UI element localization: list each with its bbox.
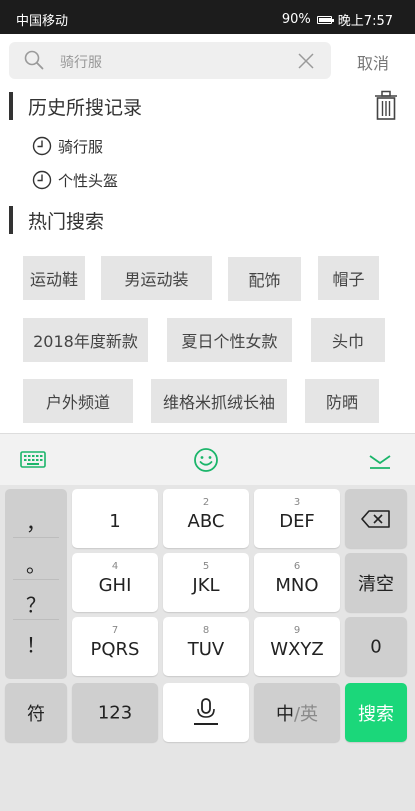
key-label: TUV: [187, 639, 225, 660]
trash-icon[interactable]: [373, 90, 399, 121]
key-pqrs[interactable]: 7 PQRS: [72, 617, 158, 676]
punctuation-key[interactable]: ？: [5, 589, 67, 618]
battery-fill: [318, 17, 331, 22]
keyboard-icon[interactable]: [19, 446, 47, 474]
history-item[interactable]: 个性头盔: [32, 169, 118, 191]
key-label: GHI: [98, 575, 132, 596]
history-section-title: 历史所搜记录: [9, 92, 142, 120]
clock-icon: [32, 136, 52, 156]
key-number: 6: [293, 561, 301, 572]
section-bar: [9, 92, 13, 120]
key-tuv[interactable]: 8 TUV: [163, 617, 249, 676]
carrier-name: 中国移动: [16, 14, 69, 29]
voice-input-button[interactable]: [163, 683, 249, 742]
key-ghi[interactable]: 4 GHI: [72, 553, 158, 612]
hot-tag[interactable]: 运动鞋: [23, 256, 85, 300]
history-title-text: 历史所搜记录: [28, 96, 143, 119]
keyboard: ， 。 ？ ！ 1 2 ABC 3 DEF 4 GHI 5 JKL 6 MNO: [0, 485, 415, 811]
key-number: 7: [111, 625, 119, 636]
search-icon: [24, 50, 44, 70]
key-label: JKL: [192, 575, 220, 596]
key-def[interactable]: 3 DEF: [254, 489, 340, 548]
symbol-label: 符: [27, 703, 45, 725]
punctuation-column: ， 。 ？ ！: [5, 489, 67, 679]
history-item[interactable]: 骑行服: [32, 135, 103, 157]
key-number: 3: [293, 497, 301, 508]
search-button[interactable]: 搜索: [345, 683, 407, 742]
section-bar: [9, 206, 13, 234]
hot-title-text: 热门搜索: [28, 210, 105, 233]
divider: [13, 579, 59, 580]
key-number: 2: [202, 497, 210, 508]
hot-tag[interactable]: 2018年度新款: [23, 318, 148, 362]
key-number: 9: [293, 625, 301, 636]
status-right: 90% 晚上7:57: [282, 10, 393, 29]
search-input[interactable]: 骑行服: [9, 42, 331, 79]
number-mode-button[interactable]: 123: [72, 683, 158, 742]
lang-en: 英: [300, 703, 319, 725]
number-mode-label: 123: [97, 702, 133, 723]
cancel-button[interactable]: 取消: [344, 50, 402, 74]
search-query-text[interactable]: 骑行服: [60, 52, 102, 72]
key-label: DEF: [279, 511, 315, 532]
hot-tag[interactable]: 夏日个性女款: [167, 318, 292, 362]
hot-tag[interactable]: 头巾: [311, 318, 385, 362]
clock-icon: [32, 170, 52, 190]
key-1[interactable]: 1: [72, 489, 158, 548]
status-bar: 中国移动 90% 晚上7:57: [0, 0, 415, 34]
hot-tag[interactable]: 配饰: [228, 257, 301, 301]
key-label: MNO: [275, 575, 319, 596]
hot-tag[interactable]: 维格米抓绒长袖: [151, 379, 287, 423]
key-mno[interactable]: 6 MNO: [254, 553, 340, 612]
key-number: 8: [202, 625, 210, 636]
collapse-icon[interactable]: [366, 446, 394, 474]
punctuation-key[interactable]: ！: [5, 629, 67, 658]
key-wxyz[interactable]: 9 WXYZ: [254, 617, 340, 676]
hot-tag[interactable]: 防晒: [305, 379, 379, 423]
key-number: 5: [202, 561, 210, 572]
history-item-label: 骑行服: [58, 137, 104, 156]
key-number: 4: [111, 561, 119, 572]
key-label: 0: [370, 636, 382, 657]
key-jkl[interactable]: 5 JKL: [163, 553, 249, 612]
clear-button[interactable]: 清空: [345, 553, 407, 612]
microphone-icon: [194, 698, 218, 725]
clear-icon[interactable]: [297, 52, 315, 70]
key-abc[interactable]: 2 ABC: [163, 489, 249, 548]
lang-zh: 中: [275, 703, 294, 725]
keyboard-toolbar: [0, 433, 415, 485]
history-item-label: 个性头盔: [58, 171, 119, 190]
key-label: 1: [109, 511, 121, 532]
clock-time: 晚上7:57: [337, 14, 393, 29]
divider: [13, 619, 59, 620]
key-0[interactable]: 0: [345, 617, 407, 676]
divider: [13, 537, 59, 538]
battery-percent: 90%: [281, 12, 311, 27]
hot-tag[interactable]: 帽子: [318, 256, 379, 300]
emoji-icon[interactable]: [192, 446, 220, 474]
language-toggle-button[interactable]: 中/英: [254, 683, 340, 742]
punctuation-key[interactable]: ，: [5, 507, 67, 536]
key-label: PQRS: [90, 639, 140, 660]
battery-icon: [316, 15, 334, 24]
symbol-button[interactable]: 符: [5, 683, 67, 742]
hot-tag[interactable]: 男运动装: [101, 256, 212, 300]
punctuation-key[interactable]: 。: [5, 549, 67, 578]
backspace-button[interactable]: [345, 489, 407, 548]
language-label: 中/英: [254, 700, 340, 726]
clear-label: 清空: [358, 573, 394, 595]
key-label: WXYZ: [270, 639, 324, 660]
key-label: ABC: [187, 511, 225, 532]
search-button-label: 搜索: [358, 703, 394, 725]
hot-section-title: 热门搜索: [9, 206, 104, 234]
backspace-icon: [361, 510, 390, 528]
hot-tag[interactable]: 户外频道: [23, 379, 133, 423]
